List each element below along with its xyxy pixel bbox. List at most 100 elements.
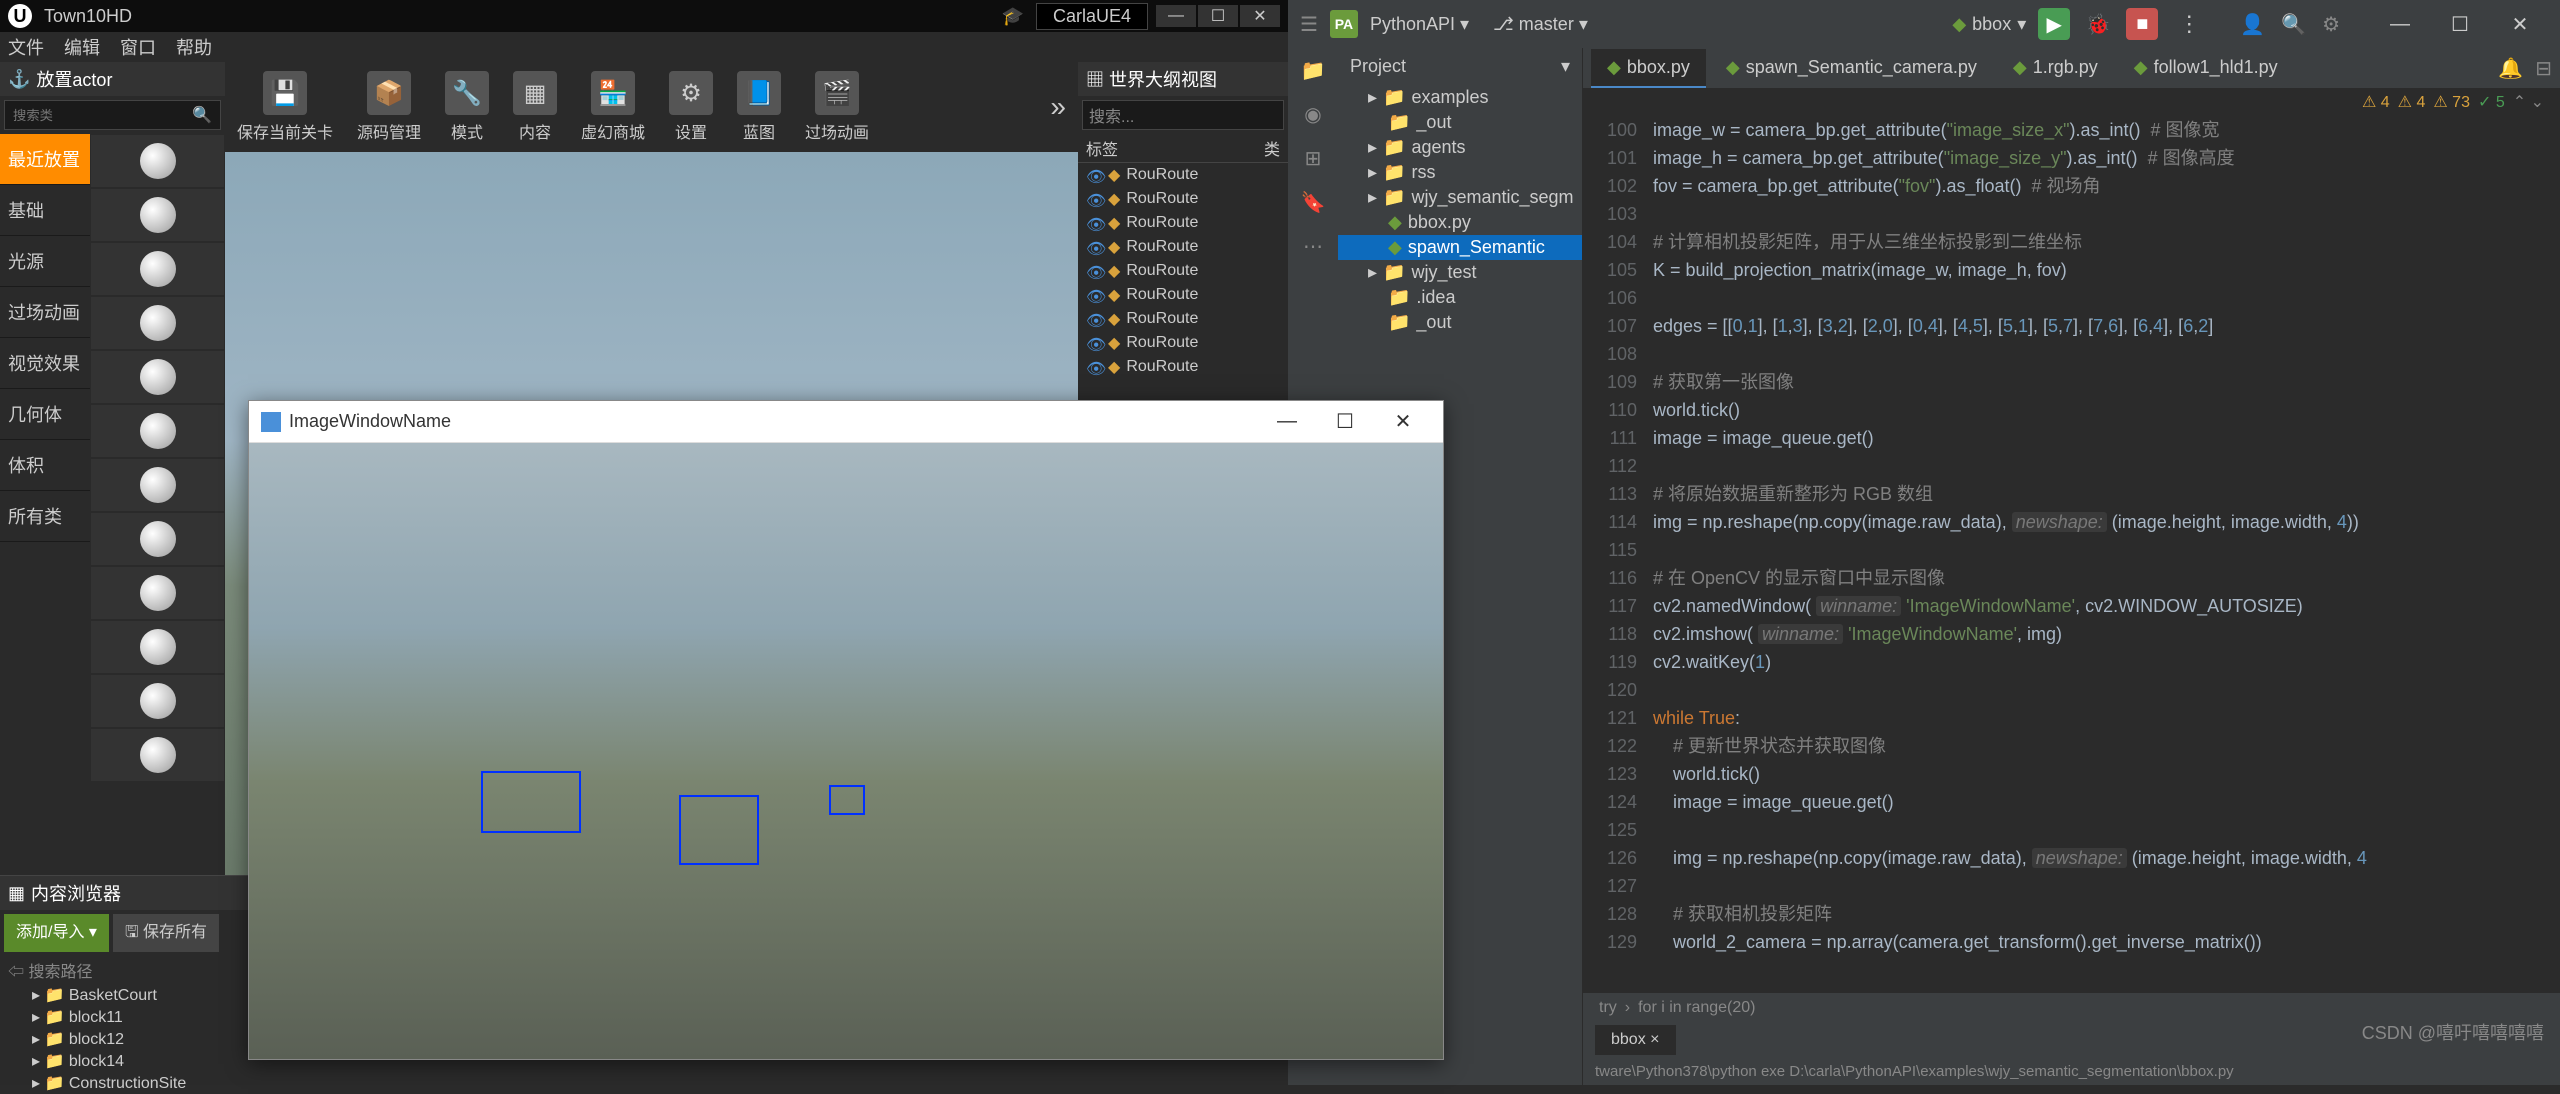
outliner-row[interactable]: 👁◆RouRoute xyxy=(1078,355,1288,379)
more-button[interactable]: ⋮ xyxy=(2170,11,2208,37)
editor-tab[interactable]: ◆spawn_Semantic_camera.py xyxy=(1710,49,1993,88)
actor-item[interactable] xyxy=(91,351,224,403)
menu-item[interactable]: 窗口 xyxy=(120,34,156,60)
tree-item[interactable]: ▸ 📁 examples xyxy=(1338,85,1582,110)
run-config-selector[interactable]: ◆bbox ▾ xyxy=(1952,14,2026,35)
outliner-row[interactable]: 👁◆RouRoute xyxy=(1078,259,1288,283)
editor-tab[interactable]: ◆1.rgb.py xyxy=(1997,49,2114,88)
toolbar-button[interactable]: 🎬过场动画 xyxy=(805,71,869,143)
actor-item[interactable] xyxy=(91,621,224,673)
menu-item[interactable]: 文件 xyxy=(8,34,44,60)
col-type[interactable]: 类 xyxy=(1264,136,1280,160)
tree-item[interactable]: ▸ 📁 rss xyxy=(1338,160,1582,185)
image-window[interactable]: ImageWindowName — ☐ ✕ xyxy=(248,400,1444,1060)
add-import-button[interactable]: 添加/导入 ▾ xyxy=(4,914,109,952)
close-button[interactable]: ✕ xyxy=(1375,403,1431,441)
outliner-row[interactable]: 👁◆RouRoute xyxy=(1078,283,1288,307)
actor-item[interactable] xyxy=(91,675,224,727)
actor-item[interactable] xyxy=(91,405,224,457)
project-name[interactable]: PythonAPI ▾ xyxy=(1370,14,1469,35)
stop-button[interactable]: ■ xyxy=(2126,8,2158,40)
notifications-icon[interactable]: 🔔 xyxy=(2498,56,2523,81)
settings-icon[interactable]: ⚙ xyxy=(2322,12,2340,37)
toolbar-button[interactable]: ⚙设置 xyxy=(669,71,713,143)
actor-item[interactable] xyxy=(91,297,224,349)
outliner-row[interactable]: 👁◆RouRoute xyxy=(1078,211,1288,235)
category-tab[interactable]: 几何体 xyxy=(0,389,90,440)
editor-tab[interactable]: ◆bbox.py xyxy=(1591,49,1706,88)
category-tab[interactable]: 视觉效果 xyxy=(0,338,90,389)
outliner-row[interactable]: 👁◆RouRoute xyxy=(1078,235,1288,259)
commit-tool-icon[interactable]: ◉ xyxy=(1299,100,1327,128)
outliner-search[interactable]: 搜索... xyxy=(1082,100,1284,130)
bookmarks-tool-icon[interactable]: 🔖 xyxy=(1299,188,1327,216)
structure-tool-icon[interactable]: ⊞ xyxy=(1299,144,1327,172)
minimize-button[interactable]: — xyxy=(1259,403,1315,441)
grad-cap-icon[interactable]: 🎓 xyxy=(1002,6,1024,27)
main-menu-icon[interactable]: ☰ xyxy=(1300,12,1318,37)
category-tab[interactable]: 基础 xyxy=(0,185,90,236)
maximize-button[interactable]: ☐ xyxy=(1317,403,1373,441)
maximize-button[interactable]: ☐ xyxy=(2432,4,2488,44)
tree-item[interactable]: ▸ 📁 agents xyxy=(1338,135,1582,160)
debug-button[interactable]: 🐞 xyxy=(2082,8,2114,40)
expand-toolbar-icon[interactable]: » xyxy=(1050,91,1066,123)
folder-tool-icon[interactable]: 📁 xyxy=(1299,56,1327,84)
actor-item[interactable] xyxy=(91,459,224,511)
place-actor-header: ⚓放置actor xyxy=(0,62,225,96)
minimize-button[interactable]: — xyxy=(2372,4,2428,44)
tree-item[interactable]: ▸ 📁 wjy_semantic_segm xyxy=(1338,185,1582,210)
actor-item[interactable] xyxy=(91,513,224,565)
menu-item[interactable]: 帮助 xyxy=(176,34,212,60)
tree-item[interactable]: 📁 .idea xyxy=(1338,285,1582,310)
run-button[interactable]: ▶ xyxy=(2038,8,2070,40)
project-panel-header[interactable]: Project▾ xyxy=(1338,48,1582,85)
actor-item[interactable] xyxy=(91,189,224,241)
tree-item[interactable]: ◆ bbox.py xyxy=(1338,210,1582,235)
maximize-button[interactable]: ☐ xyxy=(1198,5,1238,27)
warning-badge[interactable]: ⚠ 4 xyxy=(2362,92,2390,112)
save-all-button[interactable]: 🖫 保存所有 xyxy=(113,914,219,952)
actor-item[interactable] xyxy=(91,243,224,295)
tree-item[interactable]: ◆ spawn_Semantic xyxy=(1338,235,1582,260)
editor-tab[interactable]: ◆follow1_hld1.py xyxy=(2118,49,2294,88)
minimize-button[interactable]: — xyxy=(1156,5,1196,27)
actor-item[interactable] xyxy=(91,567,224,619)
toolbar-button[interactable]: 📘蓝图 xyxy=(737,71,781,143)
user-icon[interactable]: 👤 xyxy=(2240,12,2265,37)
toolbar-button[interactable]: 🏪虚幻商城 xyxy=(581,71,645,143)
actor-item[interactable] xyxy=(91,135,224,187)
outliner-row[interactable]: 👁◆RouRoute xyxy=(1078,331,1288,355)
category-tab[interactable]: 体积 xyxy=(0,440,90,491)
outliner-row[interactable]: 👁◆RouRoute xyxy=(1078,163,1288,187)
ue-window-title: Town10HD xyxy=(44,6,1002,27)
actor-item[interactable] xyxy=(91,729,224,781)
git-branch[interactable]: ⎇ master ▾ xyxy=(1493,14,1588,35)
close-button[interactable]: ✕ xyxy=(2492,4,2548,44)
warning-badge[interactable]: ⚠ 4 xyxy=(2398,92,2426,112)
outliner-row[interactable]: 👁◆RouRoute xyxy=(1078,187,1288,211)
category-tab[interactable]: 最近放置 xyxy=(0,134,90,185)
ok-badge[interactable]: ✓ 5 xyxy=(2478,92,2505,112)
category-tab[interactable]: 所有类 xyxy=(0,491,90,542)
search-icon[interactable]: 🔍 xyxy=(2281,12,2306,37)
menu-item[interactable]: 编辑 xyxy=(64,34,100,60)
more-tool-icon[interactable]: ⋯ xyxy=(1299,232,1327,260)
toolbar-button[interactable]: 🔧模式 xyxy=(445,71,489,143)
run-tab[interactable]: bbox × xyxy=(1595,1025,1676,1055)
toolbar-button[interactable]: 💾保存当前关卡 xyxy=(237,71,333,143)
warning-badge[interactable]: ⚠ 73 xyxy=(2433,92,2470,112)
category-tab[interactable]: 过场动画 xyxy=(0,287,90,338)
tree-item[interactable]: 📁 _out xyxy=(1338,310,1582,335)
collapse-icon[interactable]: ⊟ xyxy=(2535,56,2552,81)
close-button[interactable]: ✕ xyxy=(1240,5,1280,27)
outliner-row[interactable]: 👁◆RouRoute xyxy=(1078,307,1288,331)
category-tab[interactable]: 光源 xyxy=(0,236,90,287)
toolbar-button[interactable]: 📦源码管理 xyxy=(357,71,421,143)
folder-item[interactable]: ▸ 📁 ConstructionSite xyxy=(8,1072,1280,1094)
toolbar-button[interactable]: ▦内容 xyxy=(513,71,557,143)
search-class-input[interactable]: 🔍 xyxy=(4,100,221,130)
col-label[interactable]: 标签 xyxy=(1086,136,1264,160)
tree-item[interactable]: 📁 _out xyxy=(1338,110,1582,135)
tree-item[interactable]: ▸ 📁 wjy_test xyxy=(1338,260,1582,285)
